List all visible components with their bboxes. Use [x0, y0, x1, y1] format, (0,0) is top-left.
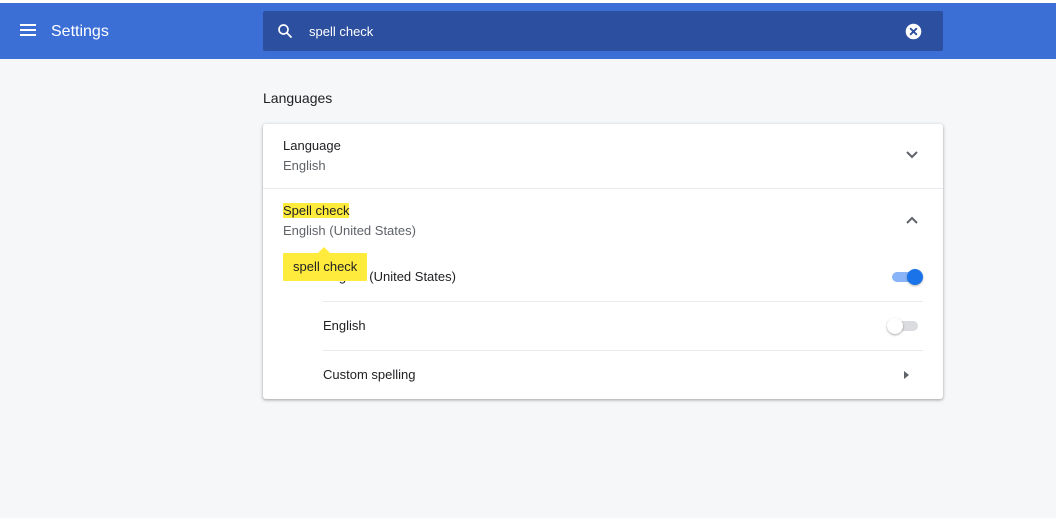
spell-check-value: English (United States) [283, 223, 416, 238]
search-icon [278, 24, 292, 38]
toggle-knob [907, 269, 923, 285]
search-highlight: Spell check [283, 203, 350, 218]
english-us-toggle[interactable] [889, 269, 923, 285]
hamburger-menu-icon[interactable] [19, 22, 39, 40]
language-value: English [283, 158, 326, 173]
language-label: Language [283, 138, 341, 153]
chevron-up-icon[interactable] [905, 215, 919, 225]
search-bubble-text: spell check [293, 259, 358, 274]
search-input[interactable] [309, 21, 889, 41]
search-result-bubble: spell check [283, 247, 368, 281]
section-title-languages: Languages [263, 90, 333, 106]
toggle-knob [887, 318, 903, 334]
app-title: Settings [51, 23, 109, 40]
spell-check-row[interactable]: Spell check English (United States) [263, 189, 943, 253]
spell-check-label: Spell check [283, 203, 350, 219]
chevron-down-icon[interactable] [905, 150, 919, 160]
custom-spelling-label: Custom spelling [323, 367, 416, 382]
clear-search-icon[interactable] [905, 23, 922, 40]
language-row[interactable]: Language English [263, 124, 943, 188]
english-toggle[interactable] [887, 318, 921, 334]
custom-spelling-row[interactable]: Custom spelling [323, 351, 923, 399]
search-field[interactable] [263, 11, 943, 51]
bubble-pointer [318, 247, 330, 253]
spell-check-language-item: English [323, 302, 923, 350]
top-toolbar: Settings [0, 0, 1056, 59]
spell-check-language-item: English (United States) [323, 253, 923, 301]
spell-check-language-label: English [323, 318, 366, 333]
arrow-right-icon[interactable] [901, 370, 911, 380]
